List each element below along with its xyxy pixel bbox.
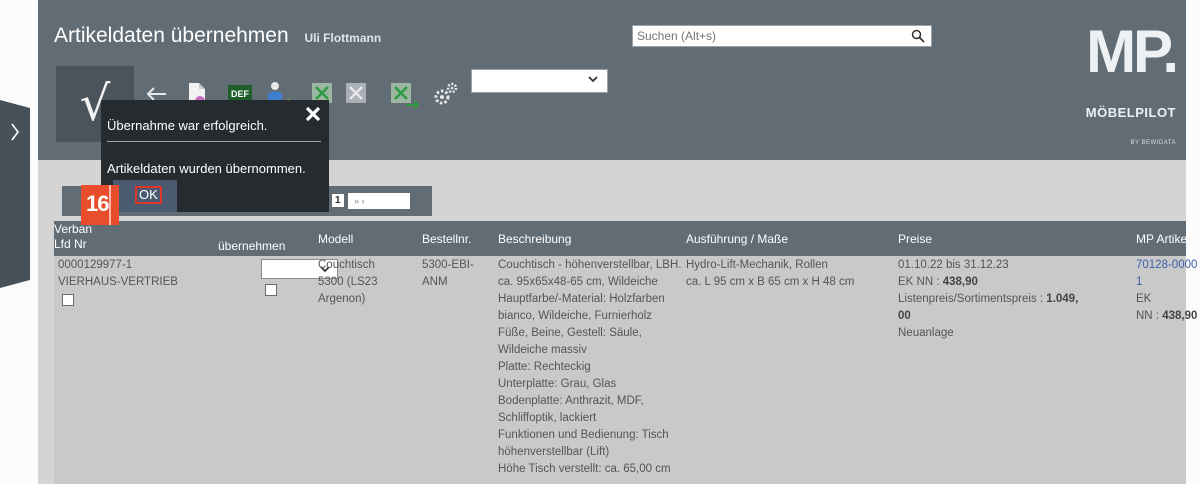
grid-header: Verban Lfd Nr übernehmen Modell Bestelln… <box>54 221 1190 256</box>
excel-gray-icon[interactable] <box>343 79 369 109</box>
beschreibung-line: Höhe Tisch verstellt: ca. 65,00 cm <box>498 463 671 475</box>
ausfuehrung-line: Hydro-Lift-Mechanik, Rollen <box>686 259 828 271</box>
col-uebernehmen[interactable]: übernehmen <box>218 239 285 253</box>
pager-current-page[interactable]: 1 <box>332 194 344 207</box>
pager-next-controls[interactable]: » › <box>348 193 410 209</box>
step-number: 16 <box>86 191 110 216</box>
ok-button-label: OK <box>135 186 162 204</box>
col-beschreibung[interactable]: Beschreibung <box>498 232 571 246</box>
listenpreis-value: 1.049, <box>1046 293 1079 305</box>
col-mp-artikel[interactable]: MP Artikel <box>1136 232 1190 246</box>
grid-body: 0000129977-1 VIERHAUS-VERTRIEB Couchtisc… <box>54 256 1197 484</box>
ek-value: 438,90 <box>942 276 978 288</box>
close-icon[interactable] <box>305 106 321 122</box>
page-title-text: Artikeldaten übernehmen <box>54 24 289 47</box>
preis-period: 01.10.22 bis 31.12.23 <box>898 259 1009 271</box>
sidebar-toggle[interactable] <box>0 100 30 288</box>
beschreibung-line: Wildeiche massiv <box>498 344 587 356</box>
bestellnr-line: 5300-EBI- <box>422 259 474 271</box>
beschreibung-line: bianco, Wildeiche, Furnierholz <box>498 310 653 322</box>
beschreibung-line: Platte: Rechteckig <box>498 361 591 373</box>
dialog-divider <box>107 141 321 142</box>
listenpreis-value-cont: 00 <box>898 310 911 322</box>
uebernehmen-checkbox[interactable] <box>265 284 277 296</box>
settings-gears-icon[interactable] <box>431 79 461 109</box>
col-bestellnr[interactable]: Bestellnr. <box>422 232 471 246</box>
ek-label: EK NN : <box>898 276 943 288</box>
search-input[interactable] <box>633 26 903 46</box>
toolbar-select[interactable] <box>471 69 608 93</box>
app-window: Artikeldaten übernehmen Uli Flottmann MP… <box>38 0 1197 484</box>
logo-brand: MÖBELPILOT <box>1085 105 1176 120</box>
verband-value: VIERHAUS-VERTRIEB <box>58 276 178 288</box>
mp-nn-value: 438,90 <box>1162 310 1198 322</box>
beschreibung-line: Couchtisch - höhenverstellbar, LBH. <box>498 259 682 271</box>
beschreibung-line: Füße, Beine, Gestell: Säule, <box>498 327 642 339</box>
ok-button[interactable]: OK <box>113 180 177 212</box>
col-preise[interactable]: Preise <box>898 232 932 246</box>
status-text: Neuanlage <box>898 327 954 339</box>
chevron-down-icon <box>588 76 598 83</box>
mp-nn-label: NN : <box>1136 310 1163 322</box>
beschreibung-line: ca. 95x65x48-65 cm, Wildeiche <box>498 276 658 288</box>
col-ausfuehrung[interactable]: Ausführung / Maße <box>686 232 788 246</box>
search-box[interactable] <box>632 25 932 47</box>
beschreibung-line: Funktionen und Bedienung: Tisch <box>498 429 669 441</box>
beschreibung-line: höhenverstellbar (Lift) <box>498 446 610 458</box>
beschreibung-line: Bodenplatte: Anthrazit, MDF, <box>498 395 644 407</box>
dialog-title: Übernahme war erfolgreich. <box>107 118 268 133</box>
def-label: DEF <box>231 89 250 99</box>
lfd-nr-value: 0000129977-1 <box>58 259 133 271</box>
col-lfd-nr[interactable]: Lfd Nr <box>54 237 87 251</box>
beschreibung-line: Schliffoptik, lackiert <box>498 412 597 424</box>
modell-line: 5300 (LS23 <box>318 276 378 288</box>
user-name: Uli Flottmann <box>304 31 382 45</box>
listenpreis-label: Listenpreis/Sortimentspreis : <box>898 293 1047 305</box>
modell-line: Argenon) <box>318 293 366 305</box>
beschreibung-line: Unterplatte: Grau, Glas <box>498 378 617 390</box>
ausfuehrung-line: ca. L 95 cm x B 65 cm x H 48 cm <box>686 276 855 288</box>
excel-export-icon[interactable] <box>388 79 422 109</box>
page-title: Artikeldaten übernehmen Uli Flottmann <box>54 24 381 48</box>
col-modell[interactable]: Modell <box>318 232 353 246</box>
row-select-checkbox[interactable] <box>62 294 74 306</box>
moebelpilot-logo: MP. MÖBELPILOT BY BEWIDATA <box>1066 18 1179 150</box>
modell-line: Couchtisch <box>318 259 375 271</box>
dialog-message: Artikeldaten wurden übernommen. <box>107 161 306 176</box>
step-number-badge: 16 <box>81 185 119 225</box>
bestellnr-line: ANM <box>422 276 448 288</box>
mp-artikel-link[interactable]: 70128-0000 <box>1136 257 1197 274</box>
mp-artikel-link-cont[interactable]: 1 <box>1136 274 1197 291</box>
beschreibung-line: Hauptfarbe/-Material: Holzfarben <box>498 293 665 305</box>
logo-mark: MP. <box>1086 18 1179 85</box>
logo-sub: BY BEWIDATA <box>1130 140 1176 146</box>
search-icon[interactable] <box>911 29 925 43</box>
success-dialog: Übernahme war erfolgreich. Artikeldaten … <box>101 100 329 212</box>
mp-ek-label: EK <box>1136 293 1152 305</box>
